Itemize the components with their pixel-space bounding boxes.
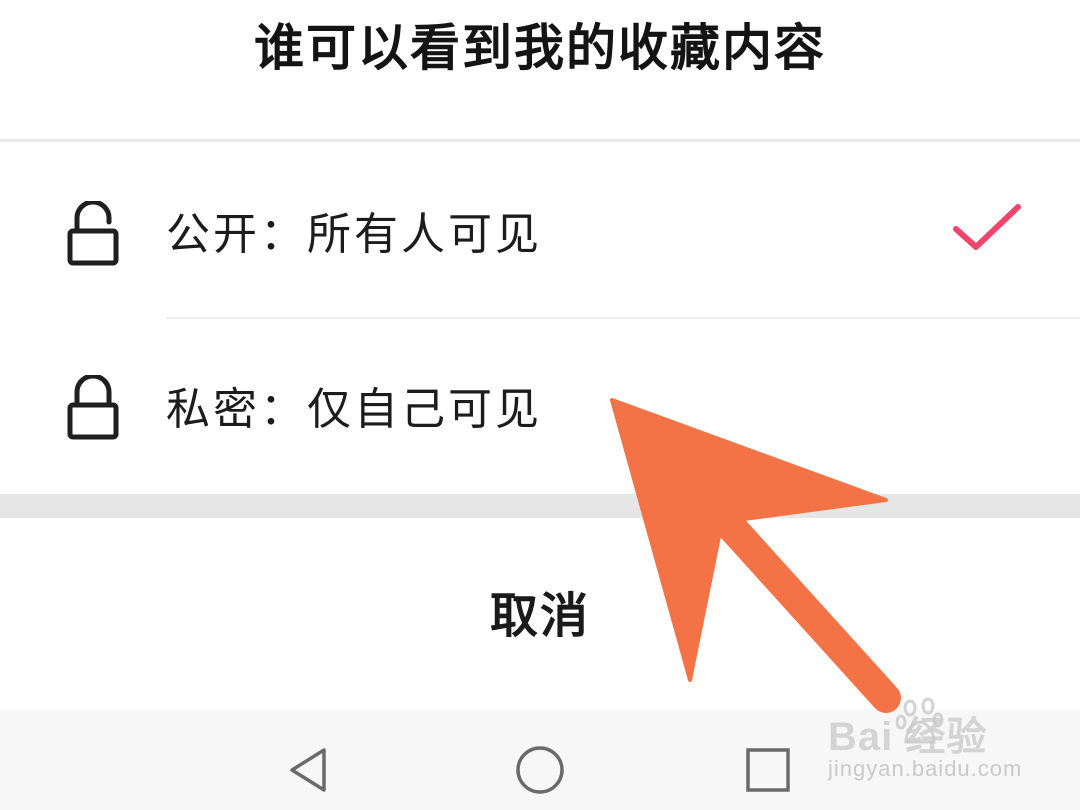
triangle-back-icon[interactable]: [282, 740, 342, 800]
cancel-button[interactable]: 取消: [0, 518, 1080, 710]
title-divider: [0, 139, 1080, 142]
square-recents-icon[interactable]: [738, 740, 798, 800]
checkmark-icon: [953, 204, 1021, 250]
locked-padlock-icon: [67, 375, 119, 440]
option-private-label: 私密：仅自己可见: [166, 384, 542, 435]
circle-home-icon[interactable]: [510, 740, 570, 800]
section-separator: [0, 494, 1080, 518]
option-divider: [166, 317, 1080, 319]
option-public-label: 公开：所有人可见: [166, 209, 542, 260]
privacy-bottom-sheet: 谁可以看到我的收藏内容 公开：所有人可见 私密：仅自己可见 取消 Bai 经验 …: [0, 0, 1080, 810]
sheet-title: 谁可以看到我的收藏内容: [254, 19, 826, 77]
system-navigation-bar: [0, 710, 1080, 810]
option-private[interactable]: 私密：仅自己可见: [0, 320, 1080, 494]
option-public[interactable]: 公开：所有人可见: [0, 145, 1080, 319]
unlocked-padlock-icon: [67, 201, 119, 266]
